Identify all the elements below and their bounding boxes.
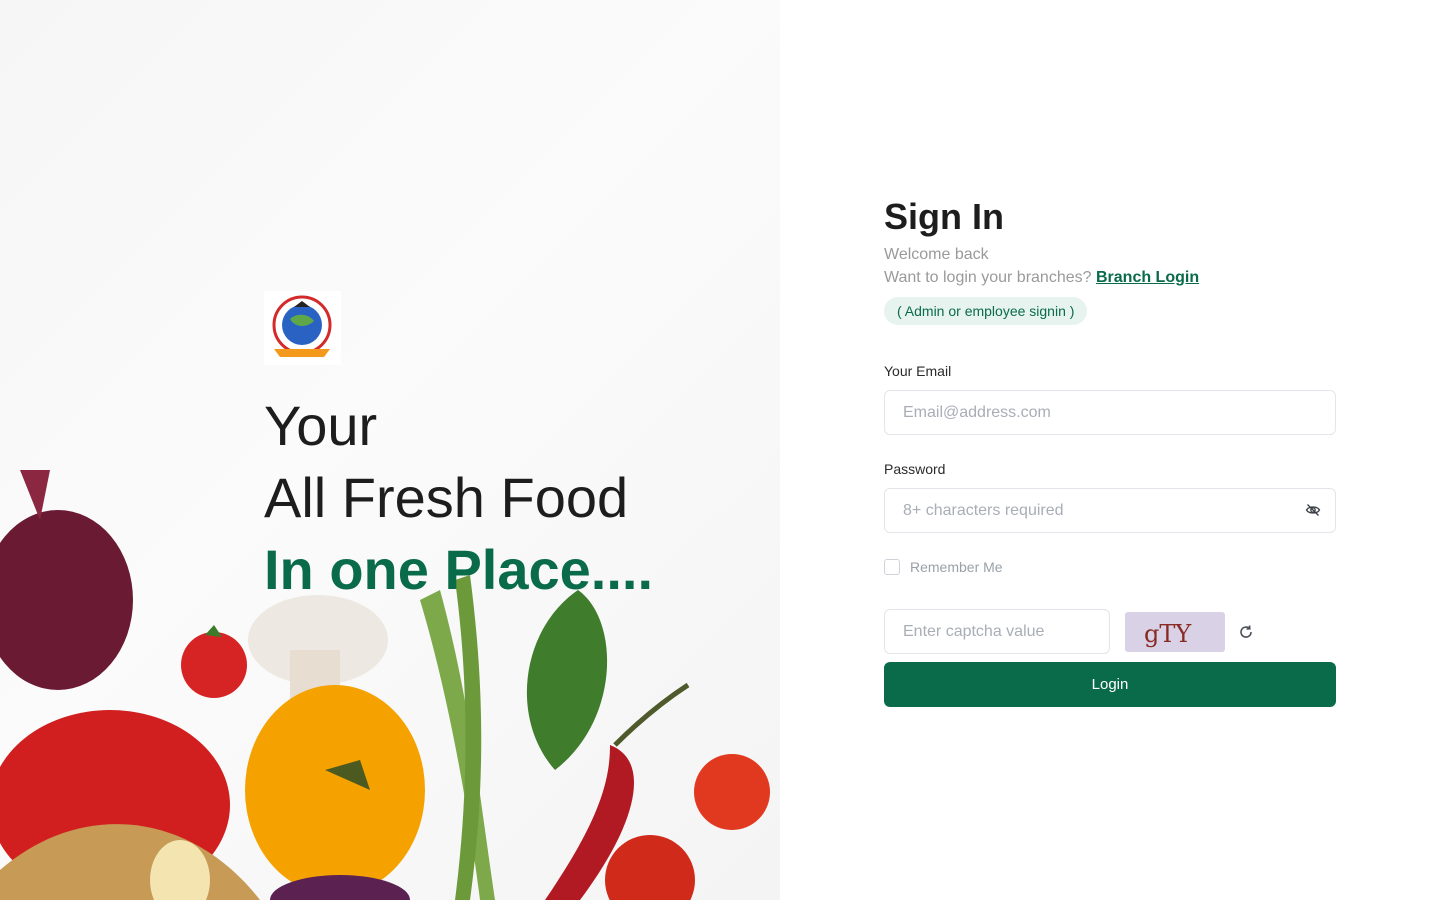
captcha-graphic: gTY [1144, 620, 1192, 648]
hero-line-3: In one Place.... [264, 538, 654, 601]
login-button[interactable]: Login [884, 662, 1336, 707]
login-page: Your All Fresh Food In one Place.... Sig… [0, 0, 1440, 900]
email-label: Your Email [884, 363, 952, 379]
refresh-icon[interactable] [1237, 623, 1255, 641]
page-title: Sign In [884, 196, 1004, 237]
email-field[interactable]: Email@address.com [884, 390, 1336, 435]
hero-line-2: All Fresh Food [264, 466, 629, 529]
signin-type-badge: ( Admin or employee signin ) [884, 297, 1088, 325]
company-logo [264, 291, 341, 365]
captcha-input[interactable]: Enter captcha value [884, 609, 1110, 654]
password-field[interactable]: 8+ characters required [884, 488, 1336, 533]
remember-label: Remember Me [910, 559, 1003, 575]
captcha-row: Enter captcha value gTY [884, 609, 1336, 654]
signin-panel: Sign In Welcome back Want to login your … [780, 0, 1440, 900]
password-label: Password [884, 461, 946, 477]
hero-line-1: Your [264, 394, 378, 457]
email-placeholder: Email@address.com [903, 403, 1051, 421]
hero-headline: Your All Fresh Food In one Place.... [264, 390, 653, 606]
captcha-placeholder: Enter captcha value [903, 622, 1045, 640]
captcha-text: gTY [1144, 620, 1192, 648]
branch-prompt: Want to login your branches? Branch Logi… [884, 266, 1336, 289]
password-placeholder: 8+ characters required [903, 501, 1064, 519]
remember-checkbox[interactable] [884, 559, 900, 575]
hero-panel: Your All Fresh Food In one Place.... [0, 0, 780, 900]
remember-me: Remember Me [884, 559, 1336, 575]
welcome-text: Welcome back [884, 246, 989, 263]
captcha-image: gTY [1125, 611, 1225, 652]
eye-off-icon[interactable] [1305, 502, 1321, 518]
signin-form: Sign In Welcome back Want to login your … [884, 195, 1336, 707]
branch-login-link[interactable]: Branch Login [1096, 269, 1199, 286]
branch-prompt-text: Want to login your branches? [884, 269, 1092, 286]
